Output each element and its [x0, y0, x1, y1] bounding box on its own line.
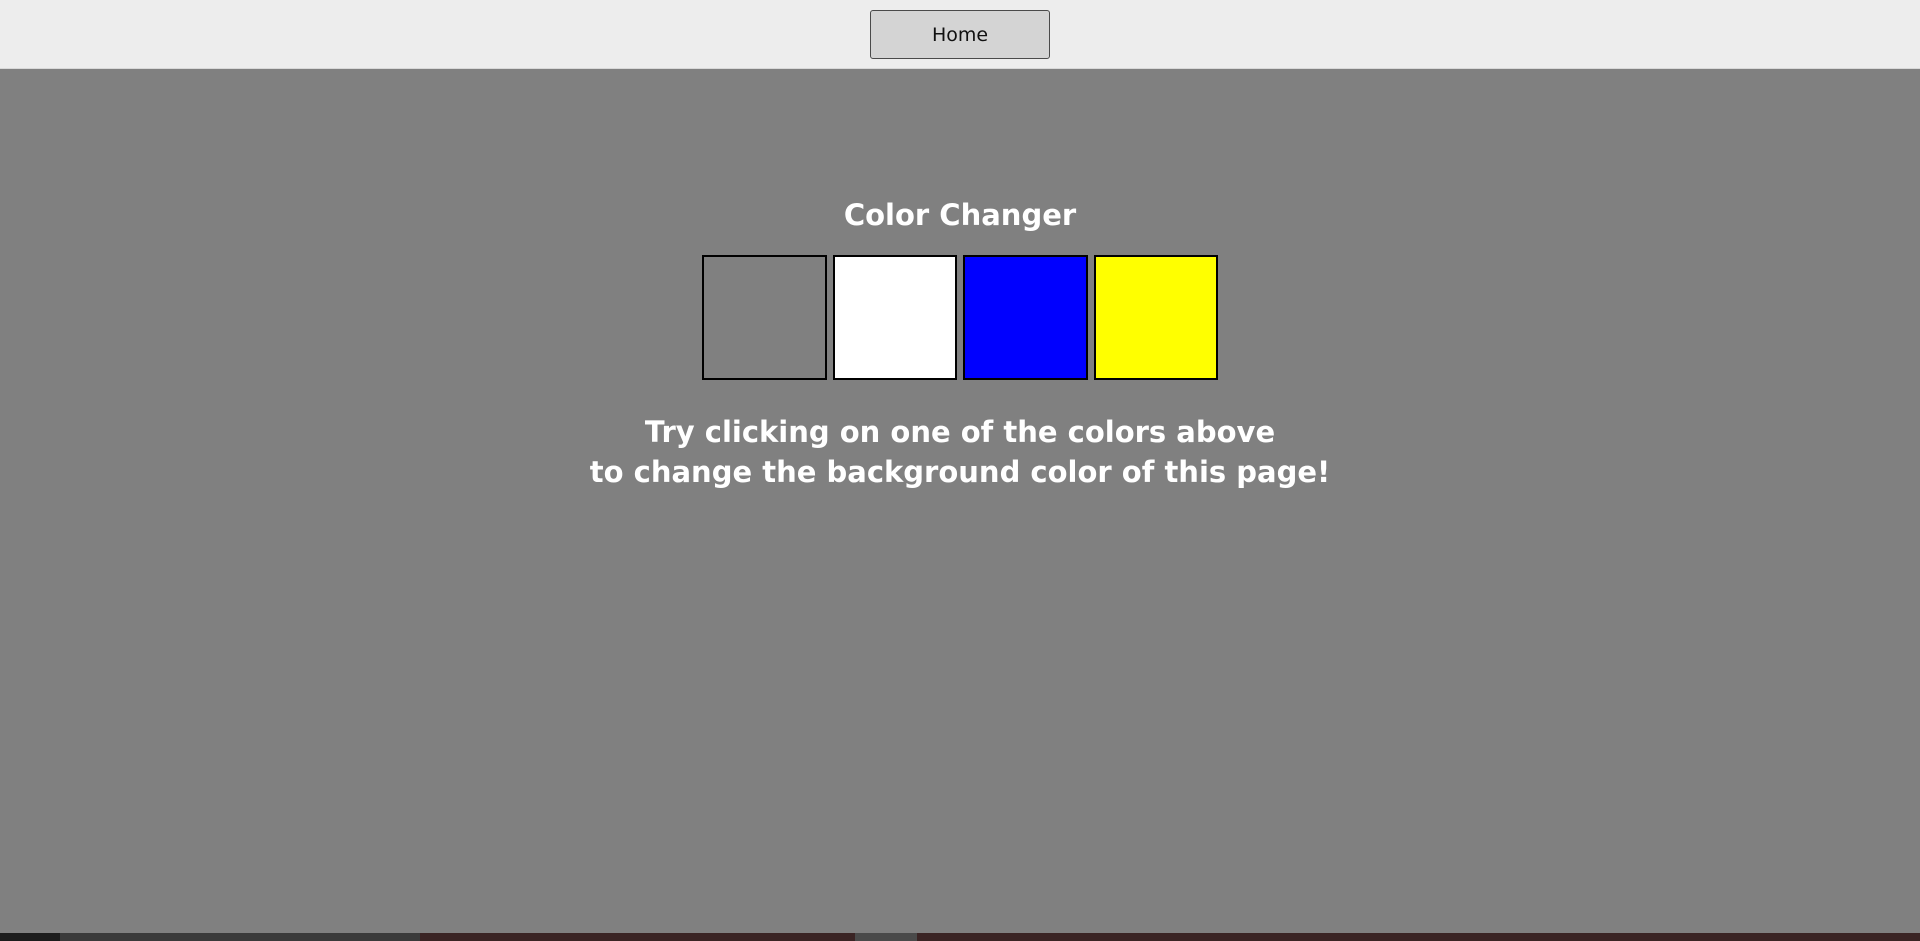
swatch-white[interactable] [832, 255, 957, 380]
taskbar-segment [0, 933, 60, 941]
taskbar-segment [855, 933, 917, 941]
taskbar-segment [60, 933, 420, 941]
instructions-text: Try clicking on one of the colors above … [0, 412, 1920, 492]
swatch-gray[interactable] [702, 255, 827, 380]
swatch-blue[interactable] [963, 255, 1088, 380]
taskbar-segment [420, 933, 855, 941]
main-content: Color Changer Try clicking on one of the… [0, 69, 1920, 933]
top-bar: Home [0, 0, 1920, 69]
taskbar-segment [917, 933, 1920, 941]
instructions-line-1: Try clicking on one of the colors above [644, 415, 1276, 449]
color-swatches [702, 255, 1218, 380]
page-title: Color Changer [843, 198, 1077, 232]
instructions-line-2: to change the background color of this p… [589, 455, 1331, 489]
home-button[interactable]: Home [870, 10, 1050, 59]
taskbar-strip [0, 933, 1920, 941]
swatch-yellow[interactable] [1093, 255, 1218, 380]
